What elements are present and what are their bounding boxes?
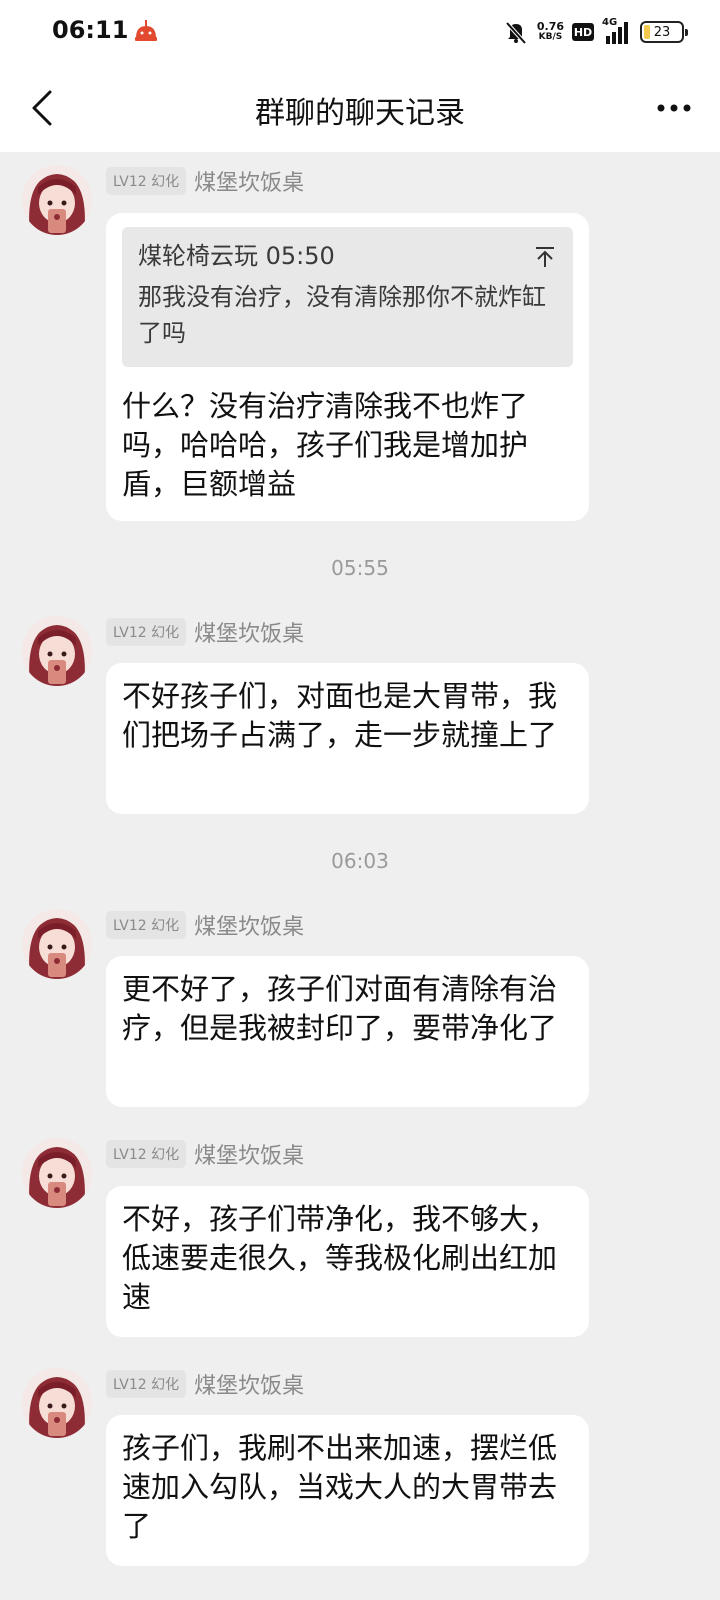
more-dots-icon — [657, 104, 691, 112]
app-notification-icon — [135, 20, 157, 41]
message-text: 更不好了，孩子们对面有清除有治疗，但是我被封印了，要带净化了 — [122, 972, 558, 1045]
status-bar: 06:11 0.76 KB/S HD 4G 23 — [0, 0, 720, 64]
level-badge: LV12 幻化 — [106, 1140, 187, 1168]
avatar-image — [22, 1138, 92, 1208]
signal-icon: 4G — [602, 17, 632, 44]
jump-to-message-icon[interactable] — [533, 245, 557, 269]
message-text: 什么？没有治疗清除我不也炸了吗，哈哈哈，孩子们我是增加护盾，巨额增益 — [122, 389, 529, 501]
speed-unit: KB/S — [538, 32, 563, 42]
message-bubble[interactable]: 不好孩子们，对面也是大胃带，我们把场子占满了，走一步就撞上了 — [106, 663, 589, 814]
sender-info: LV12 幻化 煤堡坎饭桌 — [106, 617, 304, 647]
mute-bell-icon — [505, 21, 527, 45]
sender-info: LV12 幻化 煤堡坎饭桌 — [106, 910, 304, 940]
sender-name[interactable]: 煤堡坎饭桌 — [194, 1138, 304, 1170]
sender-info: LV12 幻化 煤堡坎饭桌 — [106, 166, 304, 196]
battery-fill — [644, 25, 650, 39]
avatar[interactable] — [22, 909, 92, 979]
speed-value: 0.76 — [536, 20, 564, 33]
sender-name[interactable]: 煤堡坎饭桌 — [194, 616, 304, 648]
avatar[interactable] — [22, 1368, 92, 1438]
sender-info: LV12 幻化 煤堡坎饭桌 — [106, 1139, 304, 1169]
avatar-image — [22, 165, 92, 235]
message-bubble[interactable]: 孩子们，我刷不出来加速，摆烂低速加入勾队，当戏大人的大胃带去了 — [106, 1415, 589, 1566]
nav-bar: 群聊的聊天记录 — [0, 64, 720, 152]
quoted-message[interactable]: 煤轮椅云玩 05:50 那我没有治疗，没有清除那你不就炸缸了吗 — [122, 227, 573, 367]
message-text: 不好孩子们，对面也是大胃带，我们把场子占满了，走一步就撞上了 — [122, 679, 558, 752]
level-badge: LV12 幻化 — [106, 1370, 187, 1398]
sender-name[interactable]: 煤堡坎饭桌 — [194, 909, 304, 941]
sender-name[interactable]: 煤堡坎饭桌 — [194, 165, 304, 197]
signal-bars-icon — [606, 22, 628, 44]
message-text: 孩子们，我刷不出来加速，摆烂低速加入勾队，当戏大人的大胃带去了 — [122, 1431, 558, 1543]
page-title: 群聊的聊天记录 — [255, 96, 465, 131]
more-options-button[interactable] — [650, 84, 698, 132]
level-badge: LV12 幻化 — [106, 618, 187, 646]
avatar[interactable] — [22, 1138, 92, 1208]
sender-info: LV12 幻化 煤堡坎饭桌 — [106, 1369, 304, 1399]
avatar[interactable] — [22, 165, 92, 235]
avatar-image — [22, 909, 92, 979]
avatar-image — [22, 616, 92, 686]
status-time: 06:11 — [52, 16, 129, 44]
avatar[interactable] — [22, 616, 92, 686]
status-icons: 0.76 KB/S HD 4G 23 — [503, 14, 688, 50]
message-bubble[interactable]: 不好，孩子们带净化，我不够大，低速要走很久，等我极化刷出红加速 — [106, 1186, 589, 1337]
message-bubble[interactable]: 煤轮椅云玩 05:50 那我没有治疗，没有清除那你不就炸缸了吗 什么？没有治疗清… — [106, 213, 589, 521]
level-badge: LV12 幻化 — [106, 911, 187, 939]
message-bubble[interactable]: 更不好了，孩子们对面有清除有治疗，但是我被封印了，要带净化了 — [106, 956, 589, 1107]
battery-icon: 23 — [640, 21, 688, 43]
message-text: 不好，孩子们带净化，我不够大，低速要走很久，等我极化刷出红加速 — [122, 1202, 558, 1314]
quote-header: 煤轮椅云玩 05:50 — [138, 242, 335, 270]
hd-icon: HD — [572, 23, 594, 41]
battery-level: 23 — [653, 24, 671, 40]
avatar-image — [22, 1368, 92, 1438]
quote-text: 那我没有治疗，没有清除那你不就炸缸了吗 — [138, 283, 546, 347]
level-badge: LV12 幻化 — [106, 167, 187, 195]
timestamp: 06:03 — [331, 849, 389, 873]
timestamp: 05:55 — [331, 556, 389, 580]
sender-name[interactable]: 煤堡坎饭桌 — [194, 1368, 304, 1400]
network-speed: 0.76 KB/S — [537, 21, 564, 43]
